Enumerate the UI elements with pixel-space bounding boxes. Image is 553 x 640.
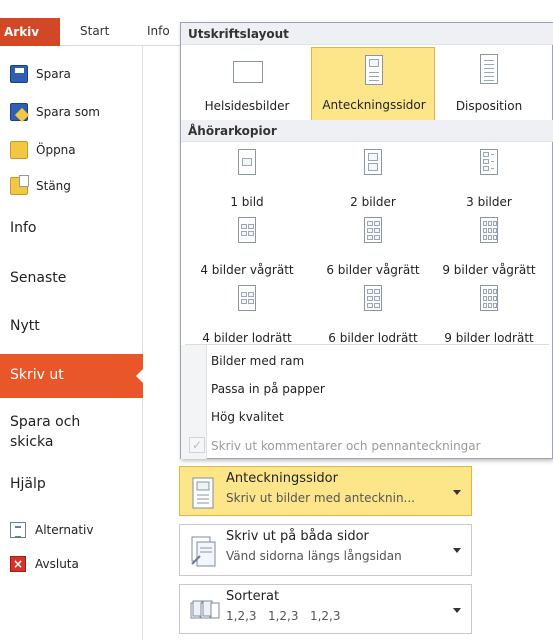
six-slides-vertical-icon bbox=[364, 285, 382, 311]
option-print-comments[interactable]: Skriv ut kommentarer och pennanteckninga… bbox=[211, 439, 481, 453]
nav-exit-label: Avsluta bbox=[35, 557, 79, 571]
collate-title: Sorterat bbox=[226, 589, 280, 604]
full-page-slide-icon bbox=[233, 61, 263, 83]
handout-2-slides[interactable]: 2 bilder bbox=[311, 143, 435, 217]
handout-6h-label: 6 bilder vågrätt bbox=[326, 263, 420, 277]
nav-exit[interactable]: × Avsluta bbox=[10, 556, 79, 572]
handout-6-horizontal[interactable]: 6 bilder vågrätt bbox=[311, 211, 435, 285]
handout-9-vertical[interactable]: 9 bilder lodrätt bbox=[427, 279, 551, 353]
chevron-down-icon bbox=[453, 548, 461, 553]
nine-slides-vertical-icon bbox=[480, 285, 498, 311]
nav-tab-save-send[interactable]: Spara och skicka bbox=[10, 412, 80, 452]
chevron-down-icon bbox=[453, 608, 461, 613]
duplex-print-icon bbox=[191, 536, 216, 567]
layout-full-page-label: Helsidesbilder bbox=[204, 99, 290, 113]
three-slides-icon bbox=[480, 149, 498, 175]
print-layout-dropdown: Utskriftslayout Helsidesbilder Antecknin… bbox=[180, 22, 553, 459]
save-as-icon bbox=[10, 103, 28, 121]
notes-page-icon bbox=[192, 477, 214, 509]
handout-3-slides[interactable]: 3 bilder bbox=[427, 143, 551, 217]
handouts-header: Åhörarkopior bbox=[181, 120, 553, 142]
layout-notes-label: Anteckningssidor bbox=[322, 98, 426, 112]
options-icon bbox=[10, 522, 26, 538]
folder-close-icon bbox=[10, 175, 29, 195]
outline-icon bbox=[480, 54, 498, 84]
layout-full-page-slides[interactable]: Helsidesbilder bbox=[185, 47, 309, 121]
handout-4h-label: 4 bilder vågrätt bbox=[200, 263, 294, 277]
print-layout-desc: Skriv ut bilder med antecknin... bbox=[226, 491, 415, 505]
nav-options-label: Alternativ bbox=[35, 523, 94, 537]
handout-1-slide[interactable]: 1 bild bbox=[185, 143, 309, 217]
print-layout-title: Anteckningssidor bbox=[226, 471, 338, 486]
nav-close-label: Stäng bbox=[36, 179, 71, 193]
two-slides-icon bbox=[364, 149, 382, 175]
nav-tab-recent[interactable]: Senaste bbox=[10, 270, 66, 286]
tab-arkiv[interactable]: Arkiv bbox=[0, 18, 60, 46]
six-slides-horizontal-icon bbox=[364, 217, 382, 243]
collate-setting[interactable]: Sorterat 1,2,3 1,2,3 1,2,3 bbox=[179, 584, 472, 634]
check-icon: ✓ bbox=[189, 437, 205, 453]
print-layout-header: Utskriftslayout bbox=[181, 23, 553, 45]
exit-icon: × bbox=[10, 556, 26, 572]
layout-outline-label: Disposition bbox=[455, 99, 523, 113]
handout-6v-label: 6 bilder lodrätt bbox=[328, 331, 418, 345]
nav-tab-print-label: Skriv ut bbox=[10, 367, 64, 383]
collate-desc: 1,2,3 1,2,3 1,2,3 bbox=[226, 609, 341, 623]
nav-save[interactable]: Spara bbox=[10, 62, 71, 86]
duplex-desc: Vänd sidorna längs långsidan bbox=[226, 549, 402, 563]
handout-2-label: 2 bilder bbox=[350, 195, 396, 209]
handout-1-label: 1 bild bbox=[230, 195, 264, 209]
nav-options[interactable]: Alternativ bbox=[10, 522, 93, 538]
nav-open-label: Öppna bbox=[36, 143, 76, 157]
chevron-down-icon bbox=[453, 490, 461, 495]
four-slides-vertical-icon bbox=[238, 285, 256, 311]
nav-tab-save-send-line2: skicka bbox=[10, 434, 54, 450]
nav-tab-new[interactable]: Nytt bbox=[10, 318, 40, 334]
nav-tab-save-send-line1: Spara och bbox=[10, 414, 81, 430]
four-slides-horizontal-icon bbox=[238, 217, 256, 243]
handout-4v-label: 4 bilder lodrätt bbox=[202, 331, 292, 345]
nav-tab-info[interactable]: Info bbox=[10, 220, 37, 236]
option-frame-slides[interactable]: Bilder med ram bbox=[211, 354, 304, 368]
nine-slides-horizontal-icon bbox=[480, 217, 498, 243]
handout-6-vertical[interactable]: 6 bilder lodrätt bbox=[311, 279, 435, 353]
handout-9-horizontal[interactable]: 9 bilder vågrätt bbox=[427, 211, 551, 285]
handout-4-vertical[interactable]: 4 bilder lodrätt bbox=[185, 279, 309, 353]
layout-notes-pages[interactable]: Anteckningssidor bbox=[311, 47, 435, 121]
nav-save-as[interactable]: Spara som bbox=[10, 100, 100, 124]
notes-page-icon bbox=[365, 55, 383, 85]
one-slide-icon bbox=[238, 149, 256, 175]
handout-3-label: 3 bilder bbox=[466, 195, 512, 209]
nav-save-label: Spara bbox=[36, 67, 71, 81]
duplex-setting[interactable]: Skriv ut på båda sidor Vänd sidorna läng… bbox=[179, 524, 472, 576]
save-icon bbox=[10, 65, 28, 83]
tab-info[interactable]: Info bbox=[147, 24, 170, 38]
nav-open[interactable]: Öppna bbox=[10, 138, 76, 162]
nav-tab-print[interactable]: Skriv ut bbox=[0, 354, 144, 398]
option-scale-to-fit[interactable]: Passa in på papper bbox=[211, 382, 325, 396]
nav-tab-help[interactable]: Hjälp bbox=[10, 476, 46, 492]
backstage-nav: Spara Spara som Öppna Stäng Info Senaste… bbox=[0, 46, 144, 640]
collated-icon bbox=[190, 600, 220, 619]
tab-start[interactable]: Start bbox=[80, 24, 109, 38]
layout-outline[interactable]: Disposition bbox=[427, 47, 551, 121]
folder-open-icon bbox=[10, 141, 28, 159]
nav-close[interactable]: Stäng bbox=[10, 174, 71, 198]
nav-save-as-label: Spara som bbox=[36, 105, 100, 119]
duplex-title: Skriv ut på båda sidor bbox=[226, 529, 369, 544]
handout-9v-label: 9 bilder lodrätt bbox=[444, 331, 534, 345]
print-layout-setting[interactable]: Anteckningssidor Skriv ut bilder med ant… bbox=[179, 466, 472, 516]
handout-4-horizontal[interactable]: 4 bilder vågrätt bbox=[185, 211, 309, 285]
option-high-quality[interactable]: Hög kvalitet bbox=[211, 410, 284, 424]
menu-separator bbox=[185, 344, 549, 345]
handout-9h-label: 9 bilder vågrätt bbox=[442, 263, 536, 277]
